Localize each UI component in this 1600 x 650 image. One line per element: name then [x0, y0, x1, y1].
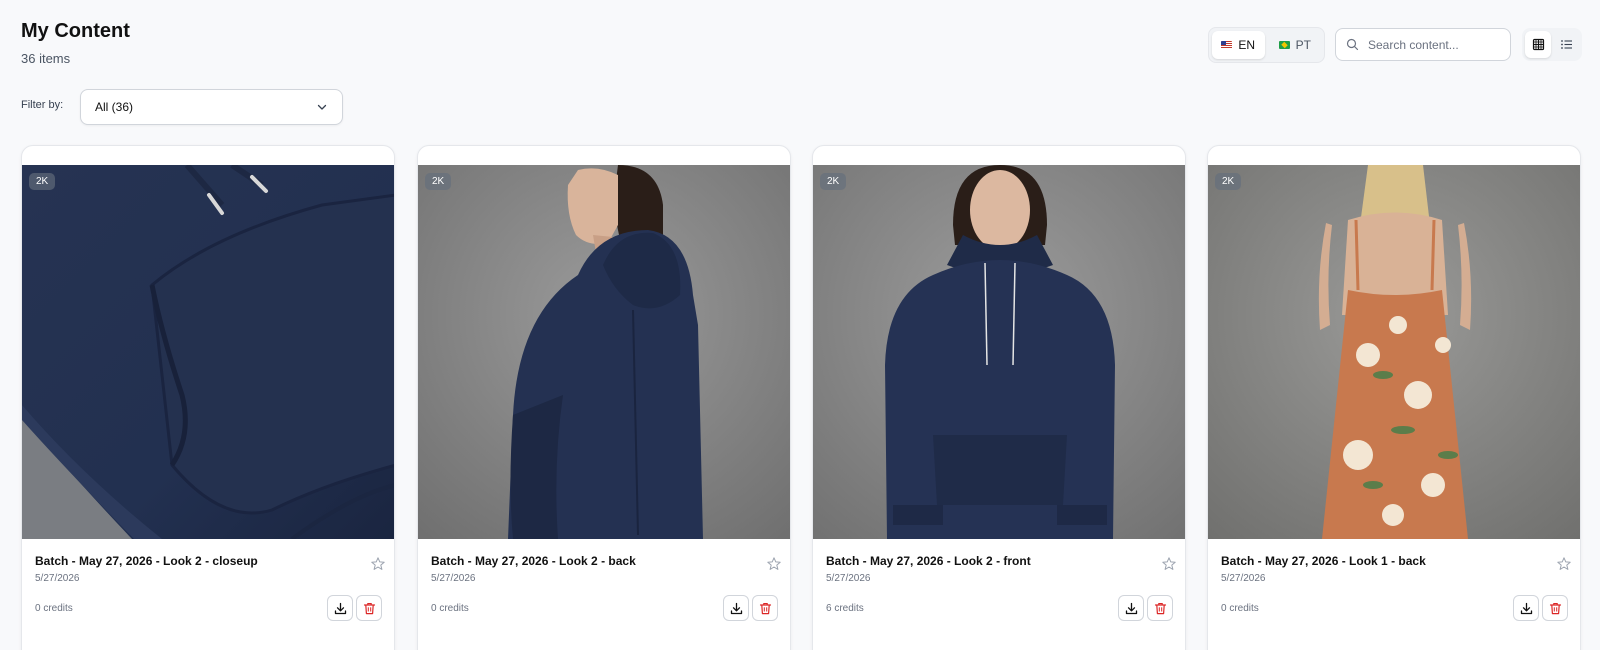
trash-icon: [1549, 602, 1561, 614]
content-thumbnail[interactable]: 2K: [418, 165, 790, 539]
brazil-flag-icon: [1278, 41, 1290, 49]
search-input[interactable]: [1368, 37, 1498, 52]
delete-button[interactable]: [1542, 595, 1568, 621]
language-option-en[interactable]: EN: [1212, 31, 1265, 59]
resolution-badge: 2K: [1215, 173, 1242, 190]
content-card[interactable]: 2K Batch - May 27, 2026 - Look 1 - back …: [1207, 145, 1581, 650]
content-card[interactable]: 2K Batch - May 27, 2026 - Look 2 - front…: [812, 145, 1186, 650]
hoodie-closeup-photo: [22, 165, 394, 539]
card-date: 5/27/2026: [826, 573, 871, 584]
filter-selected-value: All (36): [95, 100, 134, 114]
card-date: 5/27/2026: [35, 573, 80, 584]
us-flag-icon: [1221, 41, 1233, 49]
content-card[interactable]: 2K Batch - May 27, 2026 - Look 2 - close…: [21, 145, 395, 650]
resolution-badge: 2K: [425, 173, 452, 190]
content-thumbnail[interactable]: 2K: [813, 165, 1185, 539]
list-icon: [1560, 40, 1572, 49]
floral-dress-back-photo: [1208, 165, 1580, 539]
trash-icon: [363, 602, 375, 614]
download-button[interactable]: [1513, 595, 1539, 621]
search-icon: [1346, 38, 1359, 51]
filter-dropdown[interactable]: All (36): [80, 89, 343, 125]
download-icon: [334, 602, 346, 614]
star-icon[interactable]: [370, 556, 386, 572]
language-switcher: EN PT: [1208, 27, 1325, 63]
card-title: Batch - May 27, 2026 - Look 1 - back: [1221, 554, 1426, 568]
hoodie-front-photo: [813, 165, 1185, 539]
card-date: 5/27/2026: [431, 573, 476, 584]
card-credits: 0 credits: [431, 603, 469, 614]
language-option-label: PT: [1295, 38, 1311, 52]
download-icon: [730, 602, 742, 614]
search-box: [1335, 28, 1511, 61]
content-thumbnail[interactable]: 2K: [22, 165, 394, 539]
chevron-down-icon: [317, 104, 327, 110]
card-credits: 0 credits: [1221, 603, 1259, 614]
card-date: 5/27/2026: [1221, 573, 1266, 584]
card-credits: 6 credits: [826, 603, 864, 614]
resolution-badge: 2K: [29, 173, 56, 190]
delete-button[interactable]: [356, 595, 382, 621]
download-button[interactable]: [723, 595, 749, 621]
download-button[interactable]: [327, 595, 353, 621]
card-credits: 0 credits: [35, 603, 73, 614]
hoodie-back-photo: [418, 165, 790, 539]
card-title: Batch - May 27, 2026 - Look 2 - back: [431, 554, 636, 568]
grid-view-button[interactable]: [1525, 31, 1551, 58]
card-title: Batch - May 27, 2026 - Look 2 - front: [826, 554, 1031, 568]
star-icon[interactable]: [1161, 556, 1177, 572]
view-toggle: [1522, 28, 1582, 61]
content-card[interactable]: 2K Batch - May 27, 2026 - Look 2 - back …: [417, 145, 791, 650]
download-icon: [1520, 602, 1532, 614]
language-option-pt[interactable]: PT: [1269, 31, 1322, 59]
delete-button[interactable]: [1147, 595, 1173, 621]
download-icon: [1125, 602, 1137, 614]
filter-label: Filter by:: [21, 99, 64, 111]
page-title: My Content: [21, 20, 130, 42]
star-icon[interactable]: [766, 556, 782, 572]
language-option-label: EN: [1238, 38, 1256, 52]
trash-icon: [1154, 602, 1166, 614]
resolution-badge: 2K: [820, 173, 847, 190]
star-icon[interactable]: [1556, 556, 1572, 572]
grid-icon: [1532, 38, 1544, 51]
download-button[interactable]: [1118, 595, 1144, 621]
delete-button[interactable]: [752, 595, 778, 621]
trash-icon: [759, 602, 771, 614]
item-count: 36 items: [21, 51, 71, 66]
card-title: Batch - May 27, 2026 - Look 2 - closeup: [35, 554, 258, 568]
list-view-button[interactable]: [1553, 31, 1579, 58]
content-thumbnail[interactable]: 2K: [1208, 165, 1580, 539]
